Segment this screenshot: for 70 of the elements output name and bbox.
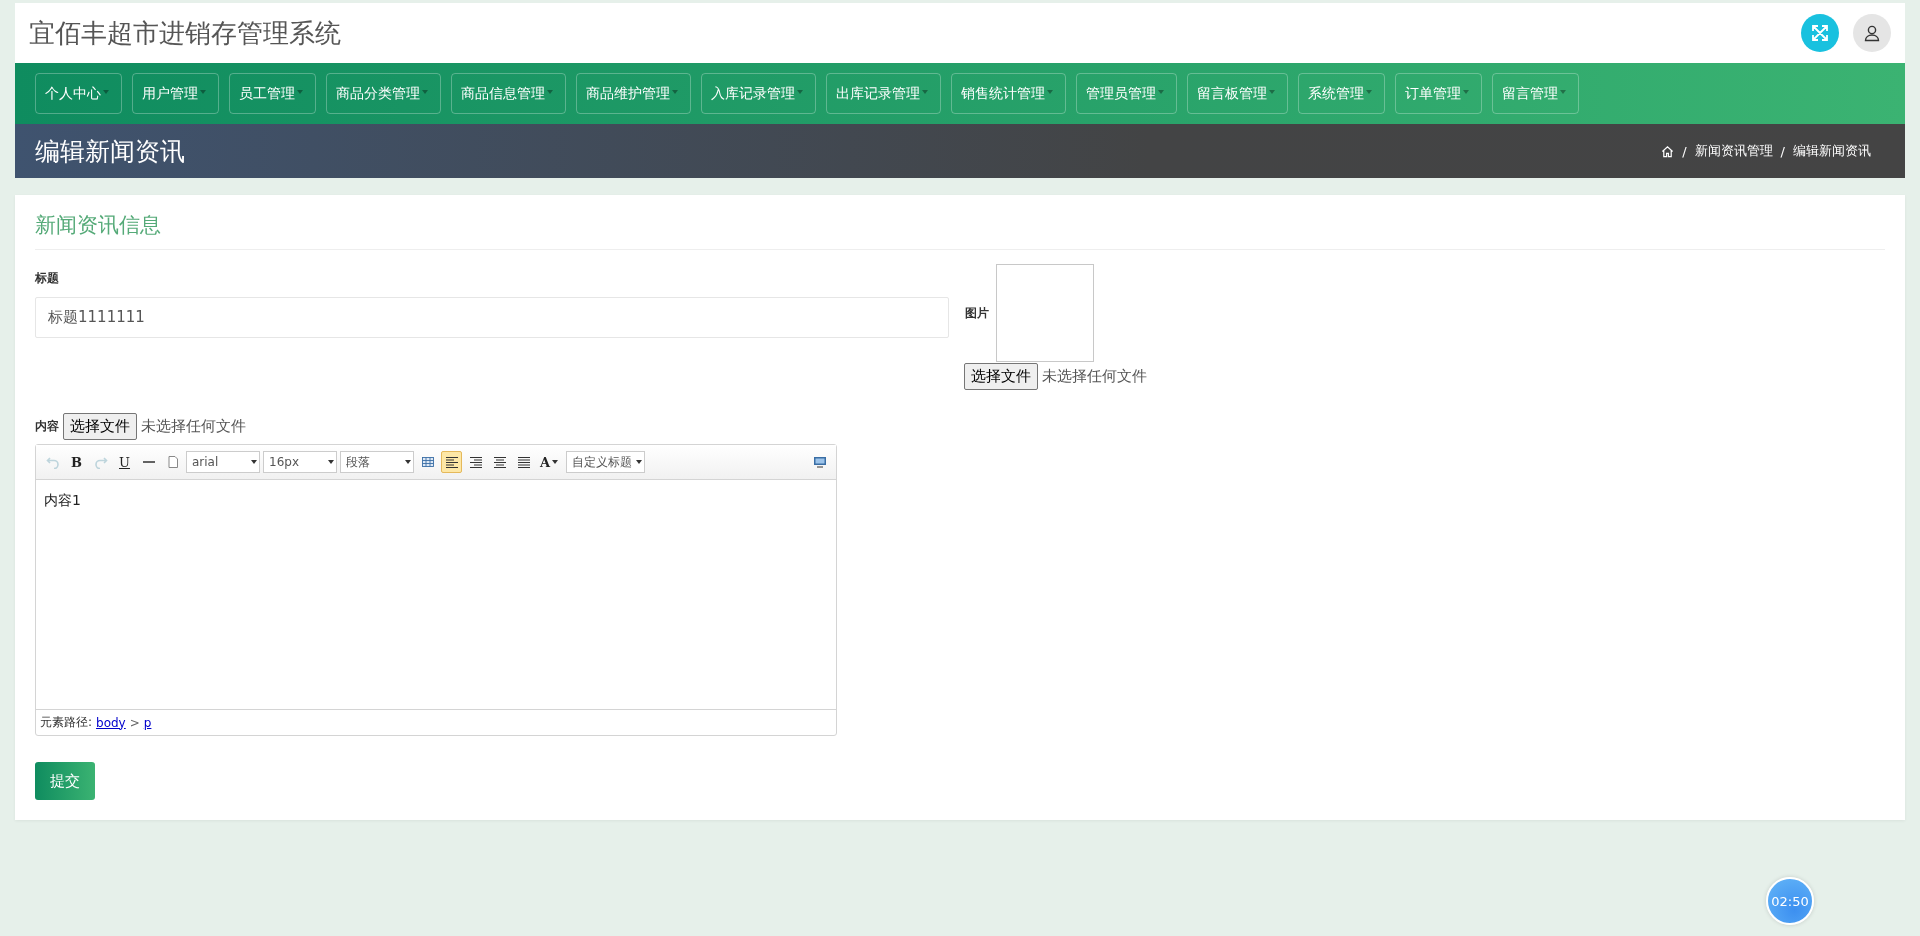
caret-icon bbox=[328, 460, 334, 464]
caret-icon bbox=[251, 460, 257, 464]
caret-icon bbox=[636, 460, 642, 464]
align-left-button[interactable] bbox=[441, 451, 462, 473]
caret-icon bbox=[1158, 89, 1164, 94]
caret-icon bbox=[297, 89, 303, 94]
caret-icon bbox=[1047, 89, 1053, 94]
redo-icon bbox=[93, 455, 108, 469]
field-label: 内容 bbox=[35, 418, 59, 435]
caret-icon bbox=[1366, 89, 1372, 94]
justify-icon bbox=[516, 455, 531, 469]
title-input[interactable]: 标题1111111 bbox=[35, 297, 949, 338]
nav-menu-item[interactable]: 商品维护管理 bbox=[576, 73, 691, 114]
file-status: 未选择任何文件 bbox=[1042, 367, 1147, 386]
breadcrumb-separator: / bbox=[1780, 143, 1785, 159]
toolbar-dropdown[interactable]: arial bbox=[186, 451, 260, 473]
timer-badge: 02:50 bbox=[1766, 877, 1814, 925]
toolbar-dropdown[interactable]: 自定义标题 bbox=[566, 451, 645, 473]
form-heading: 新闻资讯信息 bbox=[35, 211, 1885, 250]
nav-menu-item[interactable]: 员工管理 bbox=[229, 73, 316, 114]
editor-text: 内容1 bbox=[44, 492, 81, 508]
file-status: 未选择任何文件 bbox=[141, 417, 246, 436]
bold-button[interactable]: B bbox=[66, 451, 87, 473]
table-icon bbox=[420, 455, 435, 469]
nav-menu-item[interactable]: 商品分类管理 bbox=[326, 73, 441, 114]
caret-icon bbox=[1269, 89, 1275, 94]
submit-button[interactable]: 提交 bbox=[35, 762, 95, 800]
breadcrumb-separator: / bbox=[1682, 143, 1687, 159]
align-left-icon bbox=[444, 455, 459, 469]
field-label: 图片 bbox=[965, 304, 989, 322]
choose-file-button[interactable]: 选择文件 bbox=[964, 363, 1038, 390]
caret-icon bbox=[922, 89, 928, 94]
preview-icon bbox=[812, 455, 827, 469]
underline-button[interactable]: U bbox=[114, 451, 135, 473]
undo-icon bbox=[45, 455, 60, 469]
align-center-icon bbox=[492, 455, 507, 469]
document-icon bbox=[165, 455, 180, 469]
nav-menu-item[interactable]: 入库记录管理 bbox=[701, 73, 816, 114]
toolbar-dropdown[interactable]: 段落 bbox=[340, 451, 414, 473]
caret-icon bbox=[552, 460, 559, 464]
element-path-label: 元素路径: bbox=[40, 714, 93, 731]
element-path-link[interactable]: p bbox=[143, 715, 152, 730]
caret-icon bbox=[672, 89, 678, 94]
expand-icon bbox=[1811, 24, 1829, 42]
caret-icon bbox=[405, 460, 411, 464]
caret-icon bbox=[103, 89, 109, 94]
field-label: 标题 bbox=[35, 270, 60, 287]
choose-file-button[interactable]: 选择文件 bbox=[63, 413, 137, 440]
page-title: 编辑新闻资讯 bbox=[35, 135, 185, 168]
caret-icon bbox=[200, 89, 206, 94]
nav-menu-item[interactable]: 个人中心 bbox=[35, 73, 122, 114]
editor-body[interactable]: 内容1 bbox=[36, 480, 836, 709]
color-button[interactable]: A bbox=[537, 451, 563, 473]
caret-icon bbox=[422, 89, 428, 94]
breadcrumb-link[interactable]: 新闻资讯管理 bbox=[1694, 142, 1773, 160]
home-icon[interactable] bbox=[1661, 144, 1675, 158]
toolbar-dropdown[interactable]: 16px bbox=[263, 451, 337, 473]
caret-icon bbox=[1560, 89, 1566, 94]
align-right-icon bbox=[468, 455, 483, 469]
caret-icon bbox=[547, 89, 553, 94]
user-icon bbox=[1863, 24, 1881, 42]
breadcrumb-link[interactable]: 编辑新闻资讯 bbox=[1793, 142, 1871, 160]
caret-icon bbox=[1463, 89, 1469, 94]
element-path-link[interactable]: body bbox=[96, 715, 126, 730]
path-separator: > bbox=[129, 715, 140, 730]
nav-menu-item[interactable]: 商品信息管理 bbox=[451, 73, 566, 114]
nav-menu-item[interactable]: 用户管理 bbox=[132, 73, 219, 114]
system-title: 宜佰丰超市进销存管理系统 bbox=[29, 16, 341, 50]
user-button[interactable] bbox=[1853, 14, 1891, 52]
caret-icon bbox=[797, 89, 803, 94]
